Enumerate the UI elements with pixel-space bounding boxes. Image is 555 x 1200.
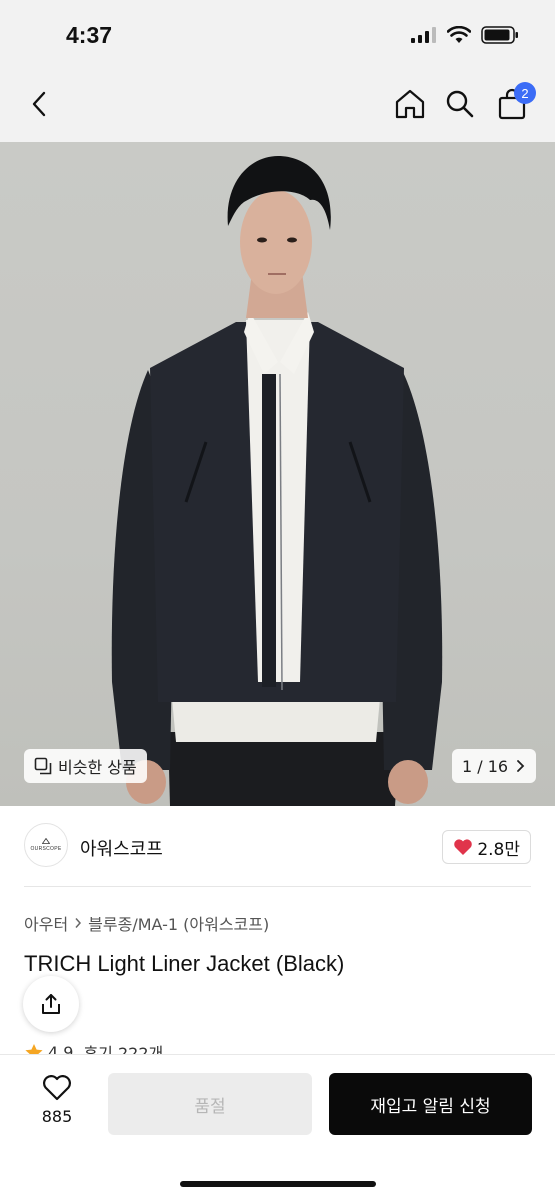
chevron-left-icon — [32, 91, 46, 117]
brand-like-count: 2.8만 — [477, 839, 520, 860]
chevron-right-icon — [75, 918, 82, 928]
copy-icon — [34, 757, 52, 775]
brand-logo[interactable]: OURSCOPE — [24, 823, 68, 867]
divider — [24, 886, 531, 887]
signal-icon — [411, 27, 436, 43]
search-button[interactable] — [440, 84, 480, 124]
wishlist-button[interactable]: 885 — [28, 1075, 86, 1126]
similar-products-button[interactable]: 비슷한 상품 — [24, 749, 147, 783]
sold-out-button[interactable]: 품절 — [108, 1073, 312, 1135]
breadcrumb: 아우터 블루종/MA-1 (아워스코프) — [24, 911, 269, 935]
nav-bar: 2 — [0, 70, 555, 142]
image-pager-text: 1 / 16 — [462, 756, 509, 776]
wishlist-count: 885 — [41, 1107, 73, 1126]
home-icon — [395, 89, 425, 119]
product-image-carousel[interactable]: 비슷한 상품 1 / 16 — [0, 142, 555, 806]
home-button[interactable] — [390, 84, 430, 124]
cart-button[interactable]: 2 — [492, 82, 536, 124]
wifi-icon — [447, 26, 471, 43]
status-time: 4:37 — [66, 22, 113, 48]
product-title: TRICH Light Liner Jacket (Black) — [24, 951, 345, 976]
restock-alert-button[interactable]: 재입고 알림 신청 — [329, 1073, 532, 1135]
product-photo — [111, 156, 443, 806]
brand-row: OURSCOPE 아워스코프 2.8만 — [0, 806, 555, 886]
home-indicator — [180, 1181, 376, 1187]
status-icons — [411, 26, 519, 44]
brand-logo-mark-icon — [42, 838, 50, 844]
back-button[interactable] — [20, 84, 60, 124]
brand-name[interactable]: 아워스코프 — [80, 835, 163, 861]
status-bar: 4:37 — [0, 0, 555, 70]
cart-count-badge: 2 — [514, 82, 536, 104]
heart-filled-icon — [454, 839, 473, 855]
heart-outline-icon — [43, 1075, 71, 1101]
brand-like-button[interactable]: 2.8만 — [442, 830, 531, 864]
brand-logo-text: OURSCOPE — [30, 846, 62, 852]
share-button[interactable] — [23, 976, 79, 1032]
similar-products-label: 비슷한 상품 — [58, 758, 137, 777]
image-pager[interactable]: 1 / 16 — [452, 749, 537, 783]
share-icon — [42, 994, 60, 1014]
breadcrumb-item[interactable]: 블루종/MA-1 (아워스코프) — [88, 911, 269, 935]
breadcrumb-item[interactable]: 아우터 — [24, 911, 68, 935]
bottom-action-bar: 885 품절 재입고 알림 신청 — [0, 1054, 555, 1200]
search-icon — [446, 90, 474, 118]
battery-icon — [481, 26, 518, 44]
chevron-right-icon — [517, 760, 525, 772]
